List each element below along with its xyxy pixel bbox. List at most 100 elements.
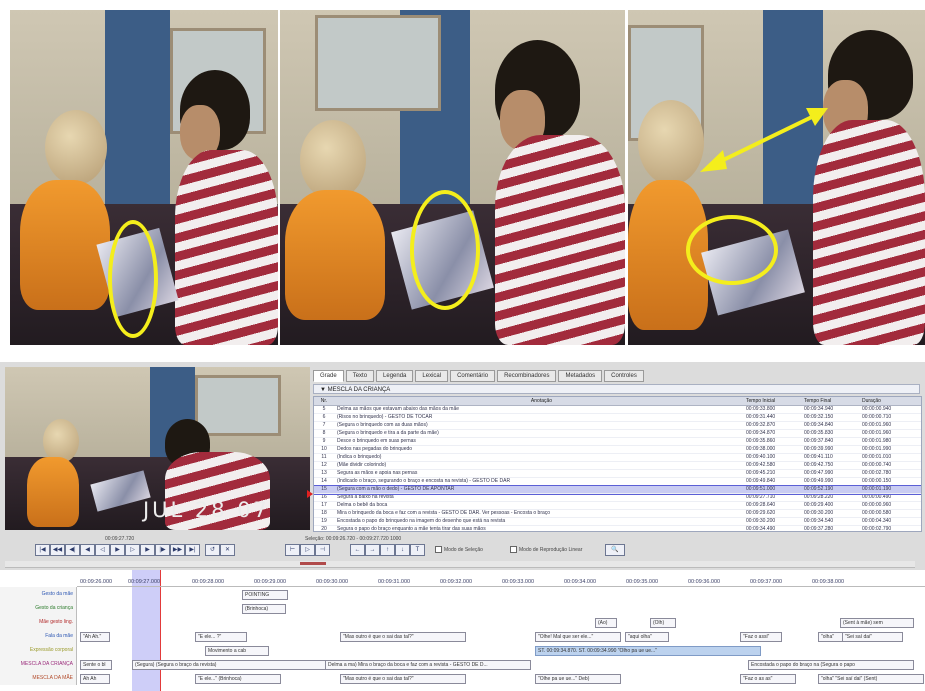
annotation[interactable]: Movimento a cab: [205, 646, 269, 656]
tab-lexical[interactable]: Lexical: [415, 370, 449, 382]
anno-prev-button[interactable]: ←: [350, 544, 365, 556]
table-cell: 00:09:45.210: [746, 470, 776, 476]
table-row[interactable]: 10 Dedos nas pegadas do brinquedo 00:09:38…: [314, 446, 921, 454]
table-row[interactable]: 19 Encostada o papo do brinquedo na image…: [314, 518, 921, 526]
table-row[interactable]: 12 (Mãe dividir colorindo) 00:09:42.580 00:…: [314, 462, 921, 470]
clear-selection-button[interactable]: ✕: [220, 544, 235, 556]
tab-comentario[interactable]: Comentário: [450, 370, 496, 382]
sel-end-button[interactable]: ⊣: [315, 544, 330, 556]
annotation[interactable]: (Brinhoca): [242, 604, 286, 614]
table-cell: 00:09:29.620: [746, 510, 776, 516]
annotation[interactable]: (Segura) (Segura o braço da revista): [132, 660, 328, 670]
annotation[interactable]: "Sei saí dai": [842, 632, 903, 642]
track-label[interactable]: Gesto da criança: [0, 601, 77, 615]
annotation[interactable]: "olha" "Sei saí dai" (Sent): [818, 674, 924, 684]
sel-play-button[interactable]: ▷: [300, 544, 315, 556]
next-frame-button[interactable]: |▶: [155, 544, 170, 556]
table-row[interactable]: 6 (Risos no brinquedo) - GESTO DE TOCAR 00…: [314, 414, 921, 422]
prev-pixel-button[interactable]: ◁: [95, 544, 110, 556]
tab-texto[interactable]: Texto: [345, 370, 375, 382]
tick: 00:09:34.000: [564, 579, 597, 585]
table-row[interactable]: 15 (Segura com a mão o dedo) - GESTO DE A…: [314, 485, 921, 495]
track-label[interactable]: Expressão corporal: [0, 643, 77, 657]
table-cell: 00:09:32.870: [746, 422, 776, 428]
tab-metadados[interactable]: Metadados: [558, 370, 603, 382]
tab-recombinadores[interactable]: Recombinadores: [497, 370, 557, 382]
col-nr[interactable]: Nr.: [314, 397, 334, 405]
table-cell: 00:09:28.220: [804, 494, 834, 500]
annotation[interactable]: "aqui olha": [625, 632, 669, 642]
annotation[interactable]: "Mas outro é que o sai das tal?": [340, 674, 466, 684]
prev-second-button[interactable]: ◀◀: [50, 544, 65, 556]
prev-frame-button[interactable]: ◀|: [65, 544, 80, 556]
timeline-viewer[interactable]: 00:09:26.000 00:09:27.000 00:09:28.000 0…: [0, 570, 925, 691]
track-label[interactable]: MESCLA DA MÃE: [0, 671, 77, 685]
col-duration[interactable]: Duração: [862, 397, 920, 405]
anno-down-button[interactable]: ↓: [395, 544, 410, 556]
track-label[interactable]: Fala da mãe: [0, 629, 77, 643]
table-row[interactable]: 11 (Indica o brinquedo) 00:09:40.100 00:09:…: [314, 454, 921, 462]
annotation[interactable]: (Olh): [650, 618, 676, 628]
table-cell: 00:00:00.740: [862, 462, 892, 468]
annotation[interactable]: "Olhe! Mal que ser ele...": [535, 632, 621, 642]
annotation[interactable]: Encostada o papo do braço na (Segura o p…: [748, 660, 914, 670]
annotation[interactable]: "Faz o assi": [740, 632, 782, 642]
table-row[interactable]: 9 Desce o brinquedo em suas pernas 00:09:3…: [314, 438, 921, 446]
col-annotation[interactable]: Anotação: [334, 397, 746, 405]
annotation[interactable]: "Faz o as as": [740, 674, 796, 684]
col-start[interactable]: Tempo Inicial: [746, 397, 804, 405]
last-frame-button[interactable]: ▶|: [185, 544, 200, 556]
scroll-thumb[interactable]: [300, 562, 326, 565]
table-cell: 00:09:38.000: [746, 446, 776, 452]
table-cell: 00:09:35.830: [804, 430, 834, 436]
linear-playback-checkbox[interactable]: Modo de Reprodução Linear: [510, 546, 582, 553]
tab-controles[interactable]: Controles: [604, 370, 644, 382]
annotation[interactable]: POINTING: [242, 590, 288, 600]
table-row[interactable]: 16 Segura a baixo na revista 00:09:27.710 0…: [314, 494, 921, 502]
loop-button[interactable]: ↺: [205, 544, 220, 556]
table-cell: 00:09:35.860: [746, 438, 776, 444]
table-row[interactable]: 17 Delma o bebê da boca 00:09:28.640 00:09:…: [314, 502, 921, 510]
col-end[interactable]: Tempo Final: [804, 397, 862, 405]
annotation[interactable]: "E ele..." (Brinhoca): [195, 674, 281, 684]
annotation[interactable]: "Mas outro é que o sai das tal?": [340, 632, 466, 642]
annotation[interactable]: "E ele... ?": [195, 632, 247, 642]
playhead[interactable]: [160, 570, 161, 691]
anno-edit-button[interactable]: T: [410, 544, 425, 556]
step-forward-button[interactable]: ▶: [140, 544, 155, 556]
next-pixel-button[interactable]: ▷: [125, 544, 140, 556]
track-label[interactable]: Mãe gesto ling.: [0, 615, 77, 629]
track-label[interactable]: Gesto da mãe: [0, 587, 77, 601]
tier-selector[interactable]: ▼ MESCLA DA CRIANÇA: [313, 384, 920, 394]
table-row[interactable]: 18 Mira o brinquedo da boca e faz com a r…: [314, 510, 921, 518]
table-row[interactable]: 8 (Segura o brinquedo e tira a da parte d…: [314, 430, 921, 438]
table-row[interactable]: 5 Delma as mãos que estavam abaixo das mã…: [314, 406, 921, 414]
next-second-button[interactable]: ▶▶: [170, 544, 185, 556]
table-row[interactable]: 7 (Segura o brinquedo com as duas mãos) 00…: [314, 422, 921, 430]
anno-up-button[interactable]: ↑: [380, 544, 395, 556]
annotation[interactable]: Ah Ah: [80, 674, 110, 684]
timeline-scrollbar[interactable]: [5, 561, 915, 568]
first-frame-button[interactable]: |◀: [35, 544, 50, 556]
tab-grade[interactable]: Grade: [313, 370, 344, 382]
table-row[interactable]: 20 Segura o papo do braço enquanto a mãe …: [314, 526, 921, 531]
annotation[interactable]: Delma a ma) Mira o braço da boca e faz c…: [325, 660, 531, 670]
annotation[interactable]: (Sent à mãe) sem: [840, 618, 914, 628]
step-back-button[interactable]: ◀: [80, 544, 95, 556]
annotation[interactable]: "Olhe pa ue ue..." Deb): [535, 674, 621, 684]
annotation[interactable]: "Ah Ah.": [80, 632, 110, 642]
zoom-button[interactable]: 🔍: [605, 544, 625, 556]
video-player[interactable]: JUL 28 07: [5, 367, 310, 530]
play-button[interactable]: ▶: [110, 544, 125, 556]
selection-mode-checkbox[interactable]: Modo de Seleção: [435, 546, 483, 553]
annotation[interactable]: (Ao): [595, 618, 617, 628]
track-label[interactable]: MESCLA DA CRIANÇA: [0, 657, 77, 671]
sel-start-button[interactable]: ⊢: [285, 544, 300, 556]
table-cell: 9: [322, 438, 326, 444]
annotation[interactable]: ST. 00:09:34.870. ST. 00:09:34.990 "Olho…: [535, 646, 761, 656]
anno-next-button[interactable]: →: [365, 544, 380, 556]
table-row[interactable]: 13 Segura as mãos e apoia nas pernas 00:09…: [314, 470, 921, 478]
annotation[interactable]: Sente o bl: [80, 660, 112, 670]
table-row[interactable]: 14 (Indicado o braço, segurando o braço e…: [314, 478, 921, 486]
tab-legenda[interactable]: Legenda: [376, 370, 414, 382]
